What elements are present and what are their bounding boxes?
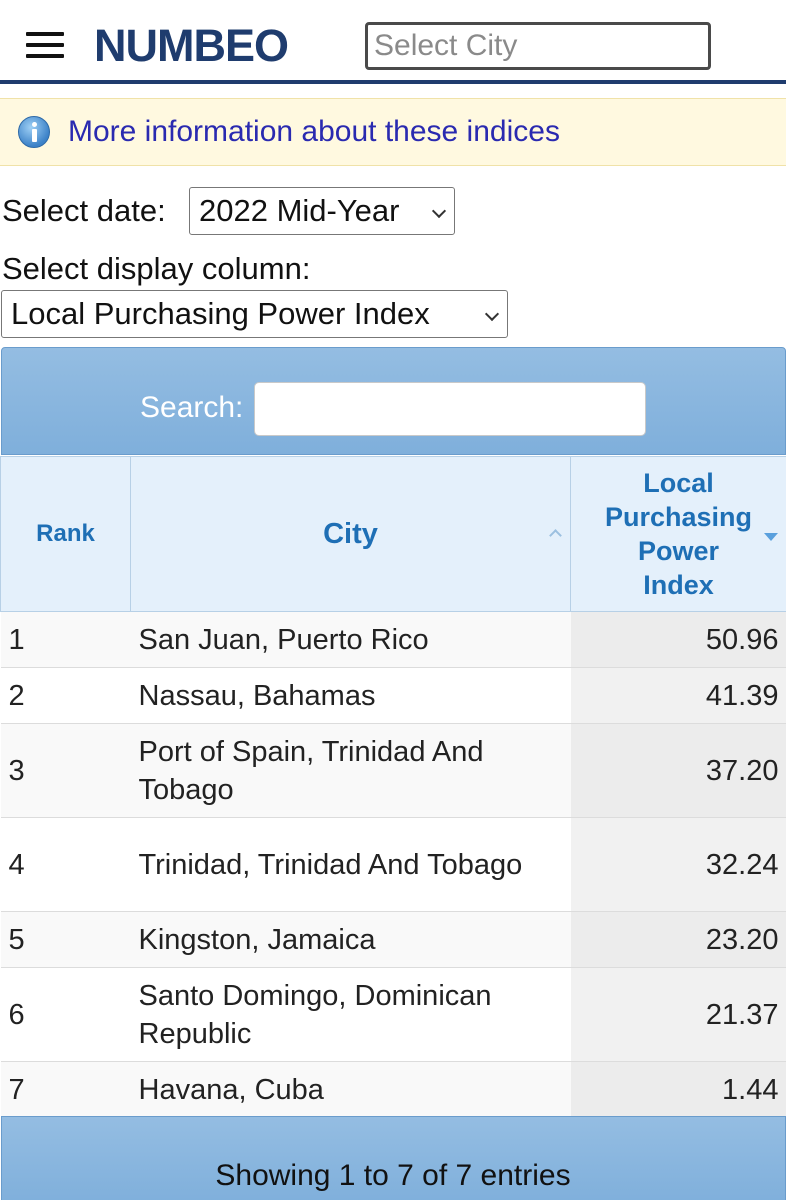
site-header: NUMBEO [0, 0, 786, 84]
city-cell: Santo Domingo, Dominican Republic [130, 967, 571, 1062]
date-select[interactable]: 2022 Mid-Year [189, 187, 455, 235]
city-cell: Nassau, Bahamas [130, 667, 571, 724]
more-info-link[interactable]: More information about these indices [68, 114, 560, 150]
rank-cell: 2 [0, 667, 131, 724]
chevron-down-icon [484, 306, 500, 322]
index-header-label: Local Purchasing Power Index [604, 468, 753, 600]
rank-cell: 4 [0, 817, 131, 912]
display-column-value: Local Purchasing Power Index [11, 296, 430, 331]
city-cell: Trinidad, Trinidad And Tobago [130, 817, 571, 912]
search-label: Search: [140, 391, 244, 424]
table-row: 6 Santo Domingo, Dominican Republic 21.3… [0, 967, 786, 1062]
index-value-cell: 50.96 [570, 611, 786, 668]
table-row: 5 Kingston, Jamaica 23.20 [0, 911, 786, 968]
table-row: 3 Port of Spain, Trinidad And Tobago 37.… [0, 723, 786, 818]
rank-cell: 6 [0, 967, 131, 1062]
city-cell: Kingston, Jamaica [130, 911, 571, 968]
sort-descending-icon [764, 533, 778, 541]
table-row: 7 Havana, Cuba 1.44 [0, 1061, 786, 1118]
city-cell: San Juan, Puerto Rico [130, 611, 571, 668]
column-header-index[interactable]: Local Purchasing Power Index [570, 456, 786, 612]
date-select-value: 2022 Mid-Year [199, 193, 400, 228]
purchasing-power-table: Rank City Local Purchasing Power Index 1… [0, 456, 786, 1118]
menu-icon[interactable] [26, 32, 64, 58]
index-value-cell: 41.39 [570, 667, 786, 724]
table-header-row: Rank City Local Purchasing Power Index [0, 456, 786, 612]
display-column-select[interactable]: Local Purchasing Power Index [1, 290, 508, 338]
index-value-cell: 37.20 [570, 723, 786, 818]
index-value-cell: 32.24 [570, 817, 786, 912]
table-row: 2 Nassau, Bahamas 41.39 [0, 667, 786, 724]
index-value-cell: 21.37 [570, 967, 786, 1062]
sort-ascending-icon [549, 529, 562, 542]
info-icon [18, 116, 50, 148]
column-header-city[interactable]: City [130, 456, 571, 612]
table-row: 1 San Juan, Puerto Rico 50.96 [0, 611, 786, 668]
column-header-rank[interactable]: Rank [0, 456, 131, 612]
rank-cell: 7 [0, 1061, 131, 1118]
select-column-label: Select display column: [2, 251, 311, 286]
rank-cell: 1 [0, 611, 131, 668]
rank-cell: 3 [0, 723, 131, 818]
index-value-cell: 23.20 [570, 911, 786, 968]
index-value-cell: 1.44 [570, 1061, 786, 1118]
city-header-label: City [323, 517, 378, 550]
table-search-input[interactable] [254, 382, 646, 436]
city-cell: Havana, Cuba [130, 1061, 571, 1118]
table-row: 4 Trinidad, Trinidad And Tobago 32.24 [0, 817, 786, 912]
entries-info: Showing 1 to 7 of 7 entries [215, 1159, 571, 1192]
city-cell: Port of Spain, Trinidad And Tobago [130, 723, 571, 818]
chevron-down-icon [431, 203, 447, 219]
numbeo-logo[interactable]: NUMBEO [94, 20, 289, 72]
rank-cell: 5 [0, 911, 131, 968]
select-city-input[interactable] [365, 22, 711, 70]
rank-header-label: Rank [36, 520, 95, 547]
select-date-label: Select date: [2, 193, 166, 228]
